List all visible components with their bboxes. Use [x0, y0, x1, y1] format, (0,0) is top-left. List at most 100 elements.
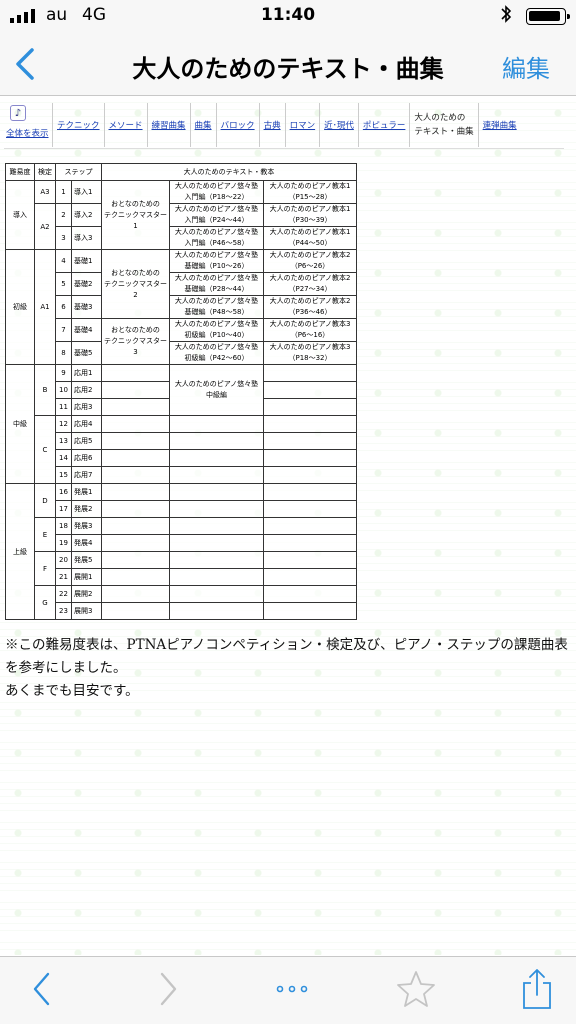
grade-cell: A2	[34, 203, 56, 250]
menu-item-duet[interactable]: 連弾曲集	[477, 103, 521, 147]
category-menu: ♪ 全体を表示 テクニック メソード 練習曲集 曲集 バロック 古典 ロマン 近…	[4, 103, 564, 149]
empty-cell	[101, 517, 170, 535]
level-cell: 中級	[5, 364, 35, 484]
forward-nav-button[interactable]	[150, 967, 186, 1011]
step-no: 21	[55, 568, 72, 586]
empty-cell	[169, 534, 264, 552]
table-row: 8 基礎5 大人のためのピアノ悠々塾 初級編（P42〜60） 大人のためのピアノ…	[6, 341, 357, 365]
menu-item-technique[interactable]: テクニック	[52, 103, 104, 147]
step-name: 応用1	[71, 364, 102, 382]
step-name: 発展3	[71, 517, 102, 535]
step-no: 18	[55, 517, 72, 535]
bookmark-button[interactable]	[394, 967, 438, 1011]
show-all-link[interactable]: 全体を表示	[6, 127, 50, 139]
empty-cell	[169, 568, 264, 586]
edit-button[interactable]: 編集	[502, 49, 550, 84]
step-name: 応用5	[71, 432, 102, 450]
step-no: 11	[55, 398, 72, 416]
step-no: 15	[55, 466, 72, 484]
empty-cell	[101, 483, 170, 501]
menu-item-modern[interactable]: 近･現代	[319, 103, 358, 147]
book-cell: おとなのための テクニックマスター1	[101, 180, 170, 250]
share-icon	[523, 969, 551, 1009]
battery-icon	[526, 8, 570, 25]
book-cell: 大人のためのピアノ教本2 （P6〜26）	[263, 249, 357, 273]
table-row: 中級 B 9 応用1 大人のためのピアノ悠々塾 中級編	[5, 364, 357, 484]
empty-cell	[169, 602, 264, 620]
book-cell: 大人のためのピアノ教本3 （P18〜32）	[263, 341, 357, 365]
header-step: ステップ	[55, 163, 102, 181]
step-name: 展開3	[71, 602, 102, 620]
table-row: 5 基礎2 大人のためのピアノ悠々塾 基礎編（P28〜44） 大人のためのピアノ…	[6, 272, 357, 296]
menu-items: テクニック メソード 練習曲集 曲集 バロック 古典 ロマン 近･現代 ポピュラ…	[52, 103, 521, 147]
back-nav-button[interactable]	[24, 967, 60, 1011]
empty-cell	[263, 415, 357, 433]
grade-cell: A1	[34, 249, 56, 365]
book-cell: 大人のためのピアノ悠々塾 初級編（P10〜40）	[169, 318, 264, 342]
level-cell: 初級	[5, 249, 35, 365]
empty-cell	[101, 568, 170, 586]
table-row: 23 展開3	[6, 602, 357, 620]
empty-cell	[101, 466, 170, 484]
step-no: 12	[55, 415, 72, 433]
empty-cell	[169, 466, 264, 484]
step-name: 導入3	[71, 226, 102, 250]
difficulty-table: 難易度 検定 ステップ 大人のためのテキスト・教本 導入 A3 1 導入1 おと…	[5, 163, 357, 620]
step-name: 基礎2	[71, 272, 102, 296]
step-name: 基礎5	[71, 341, 102, 365]
header-text: 大人のためのテキスト・教本	[101, 163, 357, 181]
web-content[interactable]: ♪ 全体を表示 テクニック メソード 練習曲集 曲集 バロック 古典 ロマン 近…	[0, 97, 576, 955]
page-title: 大人のためのテキスト・曲集	[132, 55, 444, 83]
menu-item-baroque[interactable]: バロック	[215, 103, 259, 147]
empty-cell	[263, 585, 357, 603]
header-grade: 検定	[34, 163, 56, 181]
step-name: 発展5	[71, 551, 102, 569]
book-cell: 大人のためのピアノ悠々塾 中級編	[169, 364, 264, 416]
empty-cell	[263, 398, 357, 416]
empty-cell	[263, 568, 357, 586]
empty-cell	[263, 551, 357, 569]
table-row: 21 展開1	[6, 568, 357, 586]
table-row: F 20 発展5	[6, 551, 357, 586]
table-header-row: 難易度 検定 ステップ 大人のためのテキスト・教本	[5, 163, 357, 181]
grade-cell: C	[34, 415, 56, 484]
share-button[interactable]	[516, 967, 558, 1011]
step-no: 10	[55, 381, 72, 399]
menu-item-classical[interactable]: 古典	[258, 103, 285, 147]
grade-cell: D	[34, 483, 56, 518]
empty-cell	[101, 500, 170, 518]
empty-cell	[101, 602, 170, 620]
empty-cell	[101, 415, 170, 433]
empty-cell	[101, 381, 170, 399]
menu-home[interactable]: ♪ 全体を表示	[6, 105, 50, 139]
navigation-bar: 大人のためのテキスト・曲集 編集	[0, 32, 576, 96]
menu-item-romantic[interactable]: ロマン	[284, 103, 320, 147]
more-button[interactable]	[268, 967, 316, 1011]
menu-item-popular[interactable]: ポピュラー	[357, 103, 410, 147]
empty-cell	[101, 398, 170, 416]
step-name: 展開1	[71, 568, 102, 586]
step-no: 23	[55, 602, 72, 620]
step-no: 13	[55, 432, 72, 450]
menu-item-pieces[interactable]: 曲集	[189, 103, 216, 147]
step-no: 6	[55, 295, 72, 319]
table-row: 15 応用7	[6, 466, 357, 484]
table-row: C 12 応用4	[6, 415, 357, 484]
book-cell: 大人のためのピアノ教本3 （P6〜16）	[263, 318, 357, 342]
table-row: 13 応用5	[6, 432, 357, 450]
header-level: 難易度	[5, 163, 35, 181]
book-cell: 大人のためのピアノ悠々塾 入門編（P46〜58）	[169, 226, 264, 250]
table-row: A2 2 導入2 大人のためのピアノ悠々塾 入門編（P24〜44） 大人のための…	[6, 203, 357, 250]
table-row: 6 基礎3 大人のためのピアノ悠々塾 基礎編（P48〜58） 大人のためのピアノ…	[6, 295, 357, 319]
step-name: 応用6	[71, 449, 102, 467]
empty-cell	[169, 432, 264, 450]
book-cell: 大人のためのピアノ悠々塾 初級編（P42〜60）	[169, 341, 264, 365]
menu-item-method[interactable]: メソード	[103, 103, 147, 147]
step-name: 発展4	[71, 534, 102, 552]
empty-cell	[263, 602, 357, 620]
book-cell: 大人のためのピアノ悠々塾 基礎編（P28〜44）	[169, 272, 264, 296]
menu-item-etudes[interactable]: 練習曲集	[146, 103, 190, 147]
step-name: 基礎3	[71, 295, 102, 319]
ellipsis-icon	[276, 985, 308, 993]
level-cell: 導入	[5, 180, 35, 250]
